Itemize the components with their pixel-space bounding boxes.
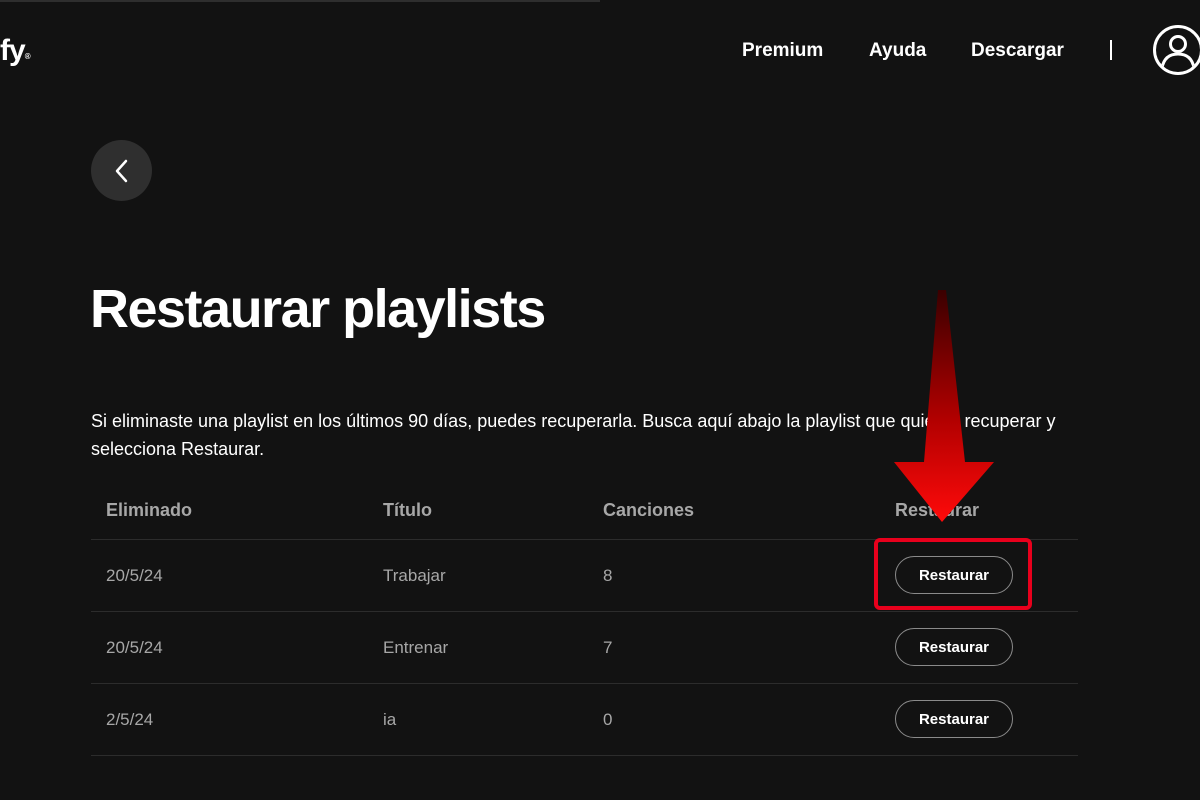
logo[interactable]: fy® bbox=[0, 34, 31, 68]
restore-button[interactable]: Restaurar bbox=[895, 556, 1013, 594]
page: fy® Premium Ayuda Descargar Restaurar pl… bbox=[0, 0, 1200, 800]
logo-registered-mark: ® bbox=[24, 52, 31, 61]
profile-button[interactable] bbox=[1153, 25, 1200, 75]
row-deleted-date: 2/5/24 bbox=[106, 710, 154, 729]
deleted-playlists-table: Eliminado Título Canciones Restaurar 20/… bbox=[91, 488, 1078, 756]
restore-button[interactable]: Restaurar bbox=[895, 700, 1013, 738]
user-icon bbox=[1160, 35, 1196, 69]
table-row: 2/5/24 ia 0 Restaurar bbox=[91, 684, 1078, 756]
column-songs: Canciones bbox=[603, 500, 695, 520]
table-header: Eliminado Título Canciones Restaurar bbox=[91, 488, 1078, 540]
page-description: Si eliminaste una playlist en los último… bbox=[91, 411, 1056, 459]
row-playlist-title: Trabajar bbox=[383, 566, 446, 585]
column-restore: Restaurar bbox=[895, 500, 980, 520]
row-deleted-date: 20/5/24 bbox=[106, 566, 163, 585]
chevron-left-icon bbox=[115, 159, 127, 182]
page-title: Restaurar playlists bbox=[90, 279, 546, 339]
table-row: 20/5/24 Entrenar 7 Restaurar bbox=[91, 612, 1078, 684]
nav-premium-link[interactable]: Premium bbox=[742, 40, 823, 62]
nav-divider bbox=[1110, 40, 1112, 60]
column-deleted: Eliminado bbox=[106, 500, 193, 520]
header: fy® Premium Ayuda Descargar bbox=[0, 0, 1200, 100]
row-playlist-title: Entrenar bbox=[383, 638, 449, 657]
nav-help-link[interactable]: Ayuda bbox=[869, 40, 926, 62]
restore-button[interactable]: Restaurar bbox=[895, 628, 1013, 666]
row-song-count: 0 bbox=[603, 710, 613, 729]
logo-text: fy bbox=[0, 34, 26, 67]
table-row: 20/5/24 Trabajar 8 Restaurar bbox=[91, 540, 1078, 612]
row-song-count: 8 bbox=[603, 566, 613, 585]
column-title: Título bbox=[383, 500, 432, 520]
row-song-count: 7 bbox=[603, 638, 613, 657]
row-playlist-title: ia bbox=[383, 710, 397, 729]
back-button[interactable] bbox=[91, 140, 152, 201]
row-deleted-date: 20/5/24 bbox=[106, 638, 163, 657]
nav-download-link[interactable]: Descargar bbox=[971, 40, 1064, 62]
